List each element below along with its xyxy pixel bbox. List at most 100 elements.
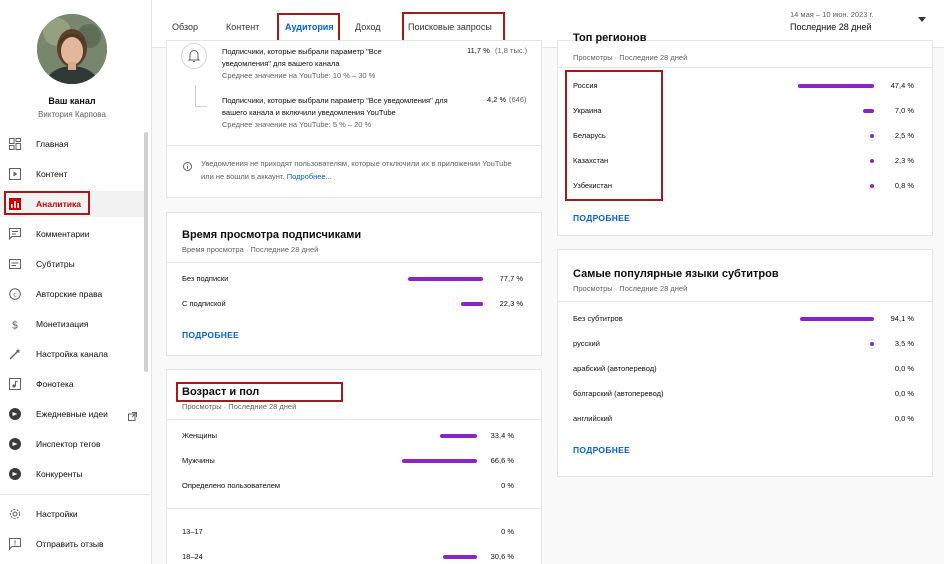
svg-text:$: $ [12,319,19,331]
percent-bar [870,342,874,346]
metric-value: 0,8 % [894,181,914,190]
percent-bar [461,302,483,306]
sidebar-item-competitors[interactable]: Конкуренты [0,461,144,487]
metric-row: 18–24 30,6 % [182,549,528,564]
notification-row-text: Подписчики, которые выбрали параметр "Вс… [222,47,382,68]
comments-icon [8,227,22,241]
sidebar-item-label: Настройки [36,509,78,519]
tree-connector [195,85,207,107]
svg-text:c: c [13,290,17,298]
metric-value: 77,7 % [499,274,523,283]
avatar[interactable] [37,14,107,84]
percent-bar [870,134,874,138]
more-link[interactable]: ПОДРОБНЕЕ [182,330,239,340]
metric-label: русский [573,339,600,348]
metric-row: болгарский (автоперевод) 0,0 % [573,386,919,402]
highlight-box [176,382,343,402]
dashboard-icon [8,137,22,151]
metric-label: Без подписки [182,274,229,283]
chevron-down-icon[interactable] [918,17,926,22]
metric-value: 94,1 % [890,314,914,323]
metric-row: Без подписки 77,7 % [182,271,528,287]
divider [167,508,541,509]
notification-row-avg: Среднее значение на YouTube: 10 % – 30 % [222,71,376,80]
sidebar-item-daily-ideas[interactable]: Ежедневные идеи [0,401,144,427]
metric-value: 7,0 % [894,106,914,115]
sidebar-divider [0,494,150,495]
metric-value: 2,3 % [894,156,914,165]
competitors-icon [8,467,22,481]
sidebar-item-customization[interactable]: Настройка канала [0,341,144,367]
sidebar-item-label: Контент [36,169,68,179]
sidebar-item-label: Комментарии [36,229,90,239]
metric-label: Определено пользователем [182,481,281,490]
sidebar-item-monetization[interactable]: $ Монетизация [0,311,144,337]
date-period-select[interactable]: Последние 28 дней [790,22,872,32]
subtitle-languages-card: Самые популярные языки субтитров Просмот… [557,249,933,477]
metric-row: Определено пользователем 0 % [182,478,528,494]
metric-value: 66,6 % [490,456,514,465]
content-icon [8,167,22,181]
studio-app: Ваш канал Виктория Карпова Главная Конте… [0,0,944,564]
percent-bar [870,159,874,163]
notifications-card: Подписчики, которые выбрали параметр "Вс… [166,40,542,198]
divider [558,301,932,302]
metric-label: С подпиской [182,299,226,308]
sidebar-item-content[interactable]: Контент [0,161,144,187]
metric-label: 13–17 [182,527,203,536]
metric-value: 0 % [501,527,514,536]
metric-row: С подпиской 22,3 % [182,296,528,312]
percent-bar [407,277,483,281]
percent-bar [862,109,874,113]
tab-content[interactable]: Контент [226,22,259,32]
monetization-icon: $ [8,317,22,331]
sidebar-item-subtitles[interactable]: Субтитры [0,251,144,277]
watch-time-card: Время просмотра подписчиками Время просм… [166,212,542,356]
sidebar-item-dashboard[interactable]: Главная [0,131,144,157]
bell-icon [181,43,207,74]
sidebar-item-settings[interactable]: Настройки [0,501,144,527]
sidebar-item-audio-library[interactable]: Фонотека [0,371,144,397]
tab-overview[interactable]: Обзор [172,22,198,32]
note-more-link[interactable]: Подробнее... [287,172,332,181]
notification-row-text: Подписчики, которые выбрали параметр "Вс… [222,96,448,117]
sidebar-item-label: Конкуренты [36,469,83,479]
percent-bar [439,434,477,438]
tab-revenue[interactable]: Доход [355,22,381,32]
notification-row-value: 11,7 % [467,46,490,55]
metric-value: 33,4 % [490,431,514,440]
sidebar-item-tag-inspector[interactable]: Инспектор тегов [0,431,144,457]
customization-icon [8,347,22,361]
metric-row: арабский (автоперевод) 0,0 % [573,361,919,377]
ideas-icon [8,407,22,421]
card-subtitle: Просмотры · Последние 28 дней [182,402,297,411]
sidebar: Ваш канал Виктория Карпова Главная Конте… [0,0,152,564]
divider [167,419,541,420]
metric-label: Мужчины [182,456,215,465]
feedback-icon [8,537,22,551]
metric-row: 13–17 0 % [182,524,528,540]
metric-value: 0,0 % [894,364,914,373]
more-link[interactable]: ПОДРОБНЕЕ [573,213,630,223]
metric-label: Без субтитров [573,314,623,323]
metric-value: 3,5 % [894,339,914,348]
external-link-icon [128,408,137,426]
highlight-box [277,13,340,43]
metric-value: 0,0 % [894,414,914,423]
sidebar-item-feedback[interactable]: Отправить отзыв [0,531,144,557]
audio-library-icon [8,377,22,391]
metric-row: Без субтитров 94,1 % [573,311,919,327]
metric-label: Женщины [182,431,218,440]
percent-bar [798,84,874,88]
sidebar-item-copyright[interactable]: c Авторские права [0,281,144,307]
sidebar-item-label: Субтитры [36,259,75,269]
metric-label: болгарский (автоперевод) [573,389,664,398]
notification-note: Уведомления не приходят пользователям, к… [201,157,521,183]
sidebar-item-label: Ежедневные идеи [36,409,108,419]
metric-value: 0,0 % [894,389,914,398]
sidebar-item-label: Монетизация [36,319,89,329]
notification-row-value: 4,2 % [487,95,507,104]
more-link[interactable]: ПОДРОБНЕЕ [573,445,630,455]
sidebar-scrollbar[interactable] [144,132,148,372]
sidebar-item-comments[interactable]: Комментарии [0,221,144,247]
